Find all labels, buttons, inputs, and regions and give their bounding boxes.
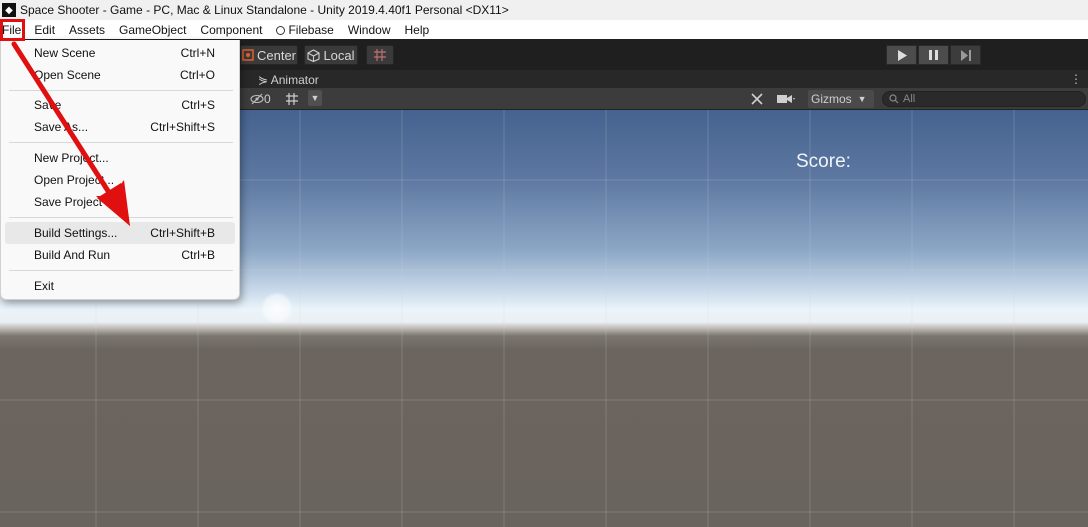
search-icon <box>889 94 899 104</box>
menu-item-label: Build And Run <box>34 248 111 262</box>
tools-icon <box>751 93 763 105</box>
camera-toggle[interactable] <box>776 90 796 108</box>
menu-item-label: New Scene <box>34 46 96 60</box>
menu-item-shortcut: Ctrl+O <box>179 68 215 82</box>
space-local-button[interactable]: Local <box>304 45 358 65</box>
grid-dropdown-icon[interactable]: ▼ <box>308 90 322 106</box>
tools-toggle[interactable] <box>750 90 764 108</box>
grid-snap-button[interactable] <box>366 45 394 65</box>
hidden-objects-toggle[interactable]: 0 <box>250 90 271 108</box>
menu-gameobject[interactable]: GameObject <box>112 20 193 40</box>
menu-item-shortcut: Ctrl+Shift+S <box>150 120 215 134</box>
menu-separator <box>9 90 233 91</box>
menu-item-shortcut: Ctrl+B <box>181 248 215 262</box>
menu-item-shortcut: Ctrl+S <box>181 98 215 112</box>
play-controls <box>886 45 981 65</box>
title-bar: ◆ Space Shooter - Game - PC, Mac & Linux… <box>0 0 1088 20</box>
menu-item-exit[interactable]: Exit <box>5 275 235 297</box>
menu-item-label: New Project... <box>34 151 109 165</box>
step-button[interactable] <box>950 45 981 65</box>
gizmos-dropdown[interactable]: Gizmos ▼ <box>808 90 874 108</box>
menu-item-new-scene[interactable]: New Scene Ctrl+N <box>5 42 235 64</box>
pause-icon <box>929 50 938 60</box>
menu-assets[interactable]: Assets <box>62 20 112 40</box>
menu-item-open-scene[interactable]: Open Scene Ctrl+O <box>5 64 235 86</box>
gizmos-label: Gizmos <box>811 92 852 106</box>
tab-more-options-icon[interactable]: ⋮ <box>1070 70 1082 88</box>
score-label: Score: <box>796 151 851 172</box>
menu-item-label: Save <box>34 98 62 112</box>
menu-item-save[interactable]: Save Ctrl+S <box>5 94 235 116</box>
window-title: Space Shooter - Game - PC, Mac & Linux S… <box>20 3 509 17</box>
hidden-count: 0 <box>264 92 271 106</box>
menu-item-shortcut: Ctrl+N <box>180 46 215 60</box>
menu-item-save-project[interactable]: Save Project <box>5 191 235 213</box>
menu-separator <box>9 142 233 143</box>
menu-window[interactable]: Window <box>341 20 398 40</box>
menu-item-new-project[interactable]: New Project... <box>5 147 235 169</box>
pivot-center-button[interactable]: Center <box>240 45 298 65</box>
grid-snap-icon <box>374 49 386 61</box>
unity-logo-icon: ◆ <box>2 3 16 17</box>
menu-item-label: Save Project <box>34 195 103 209</box>
menu-component[interactable]: Component <box>193 20 269 40</box>
menu-filebase[interactable]: Filebase <box>269 20 340 40</box>
cube-icon <box>307 48 321 62</box>
menu-separator <box>9 270 233 271</box>
menu-item-label: Open Project... <box>34 173 115 187</box>
play-button[interactable] <box>886 45 917 65</box>
menu-edit[interactable]: Edit <box>27 20 62 40</box>
tab-animator[interactable]: ⋟ Animator <box>258 70 319 88</box>
menu-item-save-as[interactable]: Save As... Ctrl+Shift+S <box>5 116 235 138</box>
tab-animator-label: Animator <box>270 73 319 87</box>
menu-item-label: Open Scene <box>34 68 101 82</box>
camera-icon <box>777 95 795 103</box>
menu-item-build-and-run[interactable]: Build And Run Ctrl+B <box>5 244 235 266</box>
pivot-icon <box>242 49 254 61</box>
eye-slash-icon <box>250 93 264 105</box>
play-icon <box>897 49 907 61</box>
menu-bar: File Edit Assets GameObject Component Fi… <box>0 20 1088 40</box>
file-menu-dropdown: New Scene Ctrl+N Open Scene Ctrl+O Save … <box>0 40 240 300</box>
sun-glow <box>261 292 293 324</box>
menu-filebase-label: Filebase <box>288 22 334 37</box>
step-icon <box>960 49 971 61</box>
menu-item-label: Build Settings... <box>34 226 118 240</box>
menu-item-shortcut: Ctrl+Shift+B <box>150 226 215 240</box>
space-label: Local <box>323 47 355 63</box>
menu-help[interactable]: Help <box>398 20 437 40</box>
file-highlight-box <box>0 19 25 41</box>
menu-item-label: Save As... <box>34 120 89 134</box>
animator-icon: ⋟ <box>258 73 269 87</box>
menu-item-label: Exit <box>34 279 55 293</box>
pause-button[interactable] <box>918 45 949 65</box>
chevron-down-icon: ▼ <box>857 94 867 104</box>
filebase-icon <box>276 25 286 35</box>
grid-toggle[interactable] <box>285 90 299 108</box>
scene-search-input[interactable]: All <box>882 91 1086 107</box>
search-placeholder: All <box>903 93 916 105</box>
menu-item-build-settings[interactable]: Build Settings... Ctrl+Shift+B <box>5 222 235 244</box>
pivot-label: Center <box>256 47 297 63</box>
grid-icon <box>286 93 298 105</box>
menu-item-open-project[interactable]: Open Project... <box>5 169 235 191</box>
menu-separator <box>9 217 233 218</box>
